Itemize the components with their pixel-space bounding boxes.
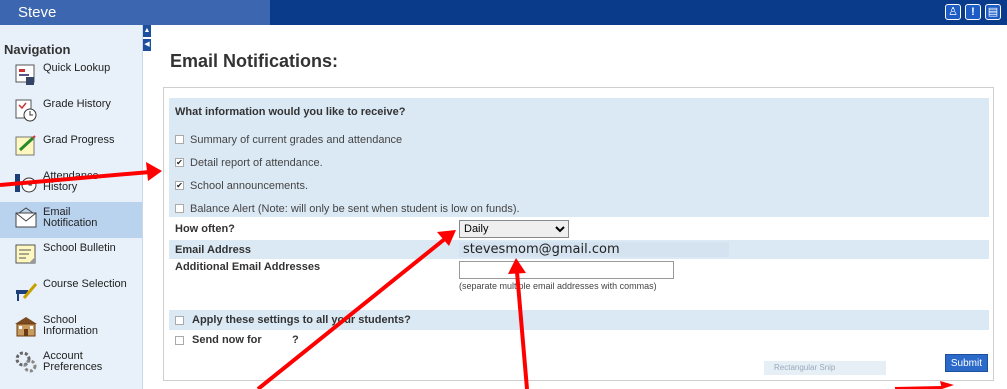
sidebar-item-label: School Bulletin: [43, 242, 116, 254]
sidebar-item-account-preferences[interactable]: Account Preferences: [0, 346, 142, 382]
additional-email-row: Additional Email Addresses (separate mul…: [169, 259, 989, 310]
option-attendance-detail[interactable]: ✔ Detail report of attendance.: [175, 151, 983, 174]
sidebar-item-course-selection[interactable]: Course Selection: [0, 274, 142, 310]
checkbox[interactable]: ✔: [175, 158, 184, 167]
checkbox[interactable]: [175, 204, 184, 213]
sidebar-item-label: School Information: [43, 314, 99, 337]
collapse-left-icon[interactable]: ◀: [143, 39, 151, 51]
sidebar-item-label: Quick Lookup: [43, 62, 111, 74]
checkbox[interactable]: ✔: [175, 181, 184, 190]
account-preferences-icon: [15, 351, 37, 373]
checkbox[interactable]: [175, 315, 184, 325]
submit-button[interactable]: Submit: [944, 354, 988, 372]
apply-all-label: Apply these settings to all your student…: [192, 314, 411, 326]
sidebar-item-label: Grade History: [43, 98, 111, 110]
sidebar-toggle[interactable]: ▲ ◀: [143, 25, 152, 55]
settings-panel: What information would you like to recei…: [163, 87, 994, 381]
send-now-suffix: ?: [292, 334, 299, 346]
additional-email-label: Additional Email Addresses: [175, 261, 321, 273]
option-summary[interactable]: Summary of current grades and attendance: [175, 128, 983, 151]
frequency-label: How often?: [175, 222, 235, 235]
sidebar-item-grad-progress[interactable]: Grad Progress: [0, 130, 142, 166]
attendance-history-icon: [15, 174, 37, 193]
student-name: Steve: [0, 0, 270, 25]
send-now-row[interactable]: Send now for ?: [169, 330, 989, 350]
school-icon: [15, 317, 37, 337]
frequency-select[interactable]: Daily: [459, 219, 569, 238]
info-options: What information would you like to recei…: [169, 98, 989, 217]
sidebar-item-email-notification[interactable]: Email Notification: [0, 202, 142, 238]
sidebar: Navigation Quick Lookup Grade History Gr…: [0, 25, 143, 389]
sidebar-item-label: Attendance History: [43, 170, 99, 193]
sidebar-item-school-information[interactable]: School Information: [0, 310, 142, 346]
option-label: Summary of current grades and attendance: [190, 133, 403, 146]
top-bar: Steve ♙ ! ▤: [0, 0, 1007, 25]
print-icon[interactable]: ▤: [985, 4, 1001, 20]
person-icon[interactable]: ♙: [945, 4, 961, 20]
grade-history-icon: [15, 99, 37, 122]
question-label: What information would you like to recei…: [175, 106, 406, 118]
checkbox[interactable]: [175, 135, 184, 144]
arrow-to-submit: [894, 381, 954, 389]
sidebar-item-label: Grad Progress: [43, 134, 115, 146]
sidebar-item-school-bulletin[interactable]: School Bulletin: [0, 238, 142, 274]
toolbar: ♙ ! ▤: [945, 4, 1001, 20]
quick-lookup-icon: [15, 64, 35, 85]
apply-all-row[interactable]: Apply these settings to all your student…: [169, 310, 989, 330]
bulletin-icon: [15, 244, 36, 264]
page-title: Email Notifications:: [170, 51, 339, 71]
snip-tooltip: Rectangular Snip: [764, 361, 886, 375]
email-label: Email Address: [175, 243, 252, 256]
email-value[interactable]: stevesmom@gmail.com: [459, 242, 729, 257]
checkbox[interactable]: [175, 335, 184, 345]
sidebar-title: Navigation: [4, 42, 71, 57]
sidebar-item-label: Email Notification: [43, 206, 98, 229]
send-now-label: Send now for: [192, 334, 262, 346]
sidebar-item-label: Course Selection: [43, 278, 127, 290]
sidebar-item-quick-lookup[interactable]: Quick Lookup: [0, 58, 142, 94]
frequency-row: How often? Daily: [169, 217, 989, 240]
option-school-announcements[interactable]: ✔ School announcements.: [175, 174, 983, 197]
email-row: Email Address stevesmom@gmail.com: [169, 240, 989, 259]
sidebar-item-grade-history[interactable]: Grade History: [0, 94, 142, 130]
option-label: School announcements.: [190, 179, 309, 192]
option-label: Balance Alert (Note: will only be sent w…: [190, 202, 520, 215]
alert-icon[interactable]: !: [965, 4, 981, 20]
additional-email-hint: (separate multiple email addresses with …: [459, 281, 657, 291]
sidebar-item-label: Account Preferences: [43, 350, 103, 373]
email-icon: [15, 207, 37, 228]
option-label: Detail report of attendance.: [190, 156, 323, 169]
additional-email-input[interactable]: [459, 261, 674, 279]
course-selection-icon: [16, 283, 38, 301]
collapse-up-icon[interactable]: ▲: [143, 25, 151, 37]
grad-progress-icon: [15, 135, 36, 156]
sidebar-item-attendance-history[interactable]: Attendance History: [0, 166, 142, 202]
